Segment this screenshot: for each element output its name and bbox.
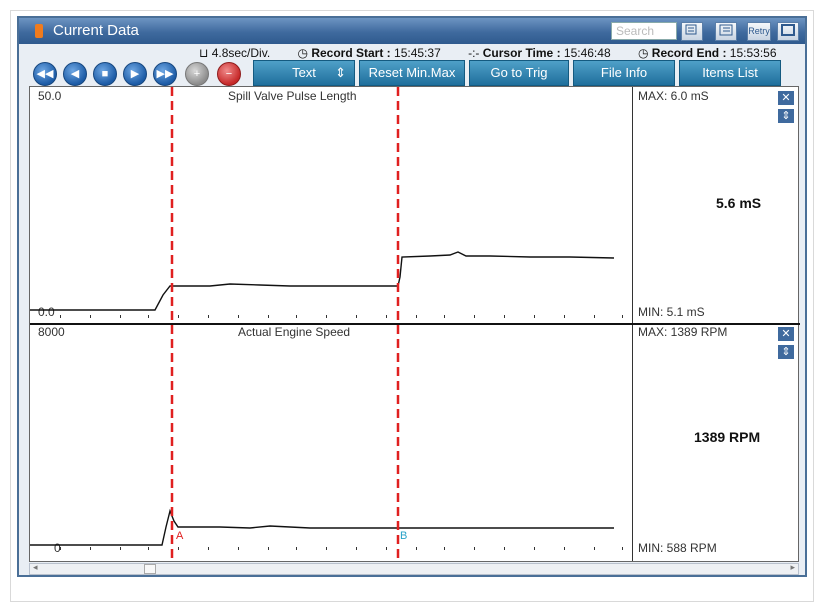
items-list-button[interactable]: Items List xyxy=(679,60,781,86)
fast-forward-button[interactable]: ▶▶ xyxy=(153,62,177,86)
file-info-button[interactable]: File Info xyxy=(573,60,675,86)
panel1-move-icon[interactable]: ⇕ xyxy=(778,109,794,123)
panel1-signal-line xyxy=(30,251,615,311)
scroll-right-icon[interactable]: ▸ xyxy=(790,562,795,573)
search-button[interactable] xyxy=(681,22,703,41)
play-icon: ▶ xyxy=(130,68,140,80)
step-back-button[interactable]: ◀ xyxy=(63,62,87,86)
playback-controls: ◀◀ ◀ ■ ▶ ▶▶ + − Text ⇕ Reset Min.Max Go … xyxy=(19,60,805,86)
panel2-signal-line xyxy=(30,508,614,546)
zoom-out-button[interactable]: − xyxy=(217,62,241,86)
text-dropdown[interactable]: Text ⇕ xyxy=(253,60,355,86)
panel2-move-icon[interactable]: ⇕ xyxy=(778,345,794,359)
record-start: ◷ Record Start : 15:45:37 xyxy=(297,46,441,60)
stop-icon: ■ xyxy=(101,68,109,80)
title-bar: Current Data Search Retry xyxy=(19,18,805,44)
app-icon xyxy=(35,24,43,38)
minus-icon: − xyxy=(225,68,233,80)
graph-area[interactable]: 50.0 0.0 Spill Valve Pulse Length MAX: 6… xyxy=(29,86,800,562)
maximize-icon xyxy=(781,24,795,36)
panel2-current-value: 1389 RPM xyxy=(694,429,761,445)
rewind-icon: ◀◀ xyxy=(36,68,54,80)
retry-button[interactable]: Retry xyxy=(747,22,771,41)
panel1-ticks xyxy=(60,315,623,318)
waveform-canvas: A B xyxy=(30,87,623,561)
panel2-min: MIN: 588 RPM xyxy=(638,541,717,555)
record-info-bar: ⊔ 4.8sec/Div. ◷ Record Start : 15:45:37 … xyxy=(199,46,801,60)
current-data-window: Current Data Search Retry ⊔ 4.8sec/Div. … xyxy=(17,16,807,577)
list-view-button[interactable] xyxy=(715,22,737,41)
stop-button[interactable]: ■ xyxy=(93,62,117,86)
record-end: ◷ Record End : 15:53:56 xyxy=(637,46,777,60)
panel1-close-icon[interactable]: ✕ xyxy=(778,91,794,105)
list-icon xyxy=(719,24,733,36)
cursor-b-label: B xyxy=(400,530,407,542)
panel1-current-value: 5.6 mS xyxy=(716,195,762,211)
maximize-button[interactable] xyxy=(777,22,799,41)
retry-label: Retry xyxy=(748,26,770,36)
panel2-max: MAX: 1389 RPM xyxy=(638,325,728,339)
search-icon xyxy=(685,24,697,35)
step-back-icon: ◀ xyxy=(70,68,80,80)
fast-forward-icon: ▶▶ xyxy=(156,68,174,80)
panel2-close-icon[interactable]: ✕ xyxy=(778,327,794,341)
scroll-left-icon[interactable]: ◂ xyxy=(33,562,38,573)
rewind-button[interactable]: ◀◀ xyxy=(33,62,57,86)
window-title: Current Data xyxy=(53,22,139,39)
play-button[interactable]: ▶ xyxy=(123,62,147,86)
go-to-trig-button[interactable]: Go to Trig xyxy=(469,60,569,86)
search-input[interactable]: Search xyxy=(611,22,677,40)
panel1-max: MAX: 6.0 mS xyxy=(638,89,709,103)
cursor-a-label: A xyxy=(176,530,184,542)
panel2-ticks xyxy=(60,547,623,550)
horizontal-scrollbar[interactable]: ◂ ▸ xyxy=(29,562,799,575)
cursor-time: -:- Cursor Time : 15:46:48 xyxy=(468,46,611,60)
time-per-division: ⊔ 4.8sec/Div. xyxy=(199,46,271,60)
reset-min-max-button[interactable]: Reset Min.Max xyxy=(359,60,465,86)
panel1-min: MIN: 5.1 mS xyxy=(638,305,705,319)
plus-icon: + xyxy=(193,68,201,80)
scroll-thumb[interactable] xyxy=(144,564,156,574)
zoom-in-button[interactable]: + xyxy=(185,62,209,86)
chevron-updown-icon: ⇕ xyxy=(335,65,346,80)
